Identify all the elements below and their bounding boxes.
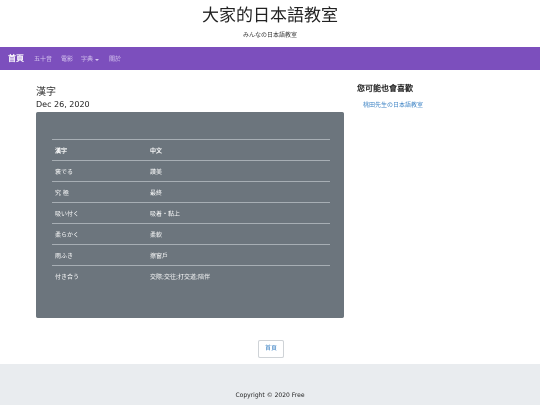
related-post-link[interactable]: 桃田先生の日本語教室 (363, 100, 423, 109)
site-subtitle: みんなの日本語教室 (242, 32, 297, 39)
kanji-cell: 吸い付く (52, 202, 147, 224)
nav-item-gojuon[interactable]: 五十音 (34, 54, 52, 63)
vocab-card: 漢字 中文 褒でる 讚美 究 極 最終 吸い付く 吸着・黏上 柔らかく 柔軟 雨… (36, 112, 344, 318)
chinese-cell: 讚美 (147, 160, 330, 182)
nav-item-dictionary-label: 字典 (81, 56, 94, 63)
table-header-row: 漢字 中文 (52, 139, 330, 161)
column-header-chinese: 中文 (147, 139, 330, 161)
chinese-cell: 交際;交往;打交道;陪伴 (147, 265, 330, 286)
table-row: 付き合う 交際;交往;打交道;陪伴 (52, 265, 330, 286)
navbar: 首頁 五十音 電影 字典 關於 (0, 47, 540, 70)
footer: Copyright © 2020 Free (0, 364, 540, 405)
column-header-kanji: 漢字 (52, 139, 147, 161)
home-button[interactable]: 首頁 (258, 340, 284, 358)
nav-item-movies[interactable]: 電影 (61, 54, 73, 63)
table-row: 究 極 最終 (52, 181, 330, 203)
kanji-cell: 究 極 (52, 181, 147, 203)
chevron-down-icon (95, 58, 100, 61)
post-title: 漢字 (36, 87, 56, 98)
site-title: 大家的日本語教室 (202, 6, 338, 26)
chinese-cell: 柔軟 (147, 223, 330, 245)
kanji-cell: 付き合う (52, 265, 147, 286)
table-row: 吸い付く 吸着・黏上 (52, 202, 330, 224)
footer-copyright: Copyright © 2020 Free (235, 392, 305, 399)
kanji-cell: 褒でる (52, 160, 147, 182)
site-header: 大家的日本語教室 みんなの日本語教室 (0, 0, 540, 46)
vocab-table: 漢字 中文 褒でる 讚美 究 極 最終 吸い付く 吸着・黏上 柔らかく 柔軟 雨… (52, 139, 330, 286)
kanji-cell: 柔らかく (52, 223, 147, 245)
kanji-cell: 雨ふき (52, 244, 147, 266)
table-row: 褒でる 讚美 (52, 160, 330, 182)
chinese-cell: 最終 (147, 181, 330, 203)
post-date: Dec 26, 2020 (36, 100, 90, 109)
sidebar-title: 您可能也會喜歡 (357, 84, 413, 93)
chinese-cell: 擦窗戶 (147, 244, 330, 266)
chinese-cell: 吸着・黏上 (147, 202, 330, 224)
table-row: 柔らかく 柔軟 (52, 223, 330, 245)
table-row: 雨ふき 擦窗戶 (52, 244, 330, 266)
nav-home-link[interactable]: 首頁 (8, 53, 24, 64)
nav-item-about[interactable]: 關於 (109, 54, 121, 63)
nav-item-dictionary[interactable]: 字典 (81, 54, 100, 63)
